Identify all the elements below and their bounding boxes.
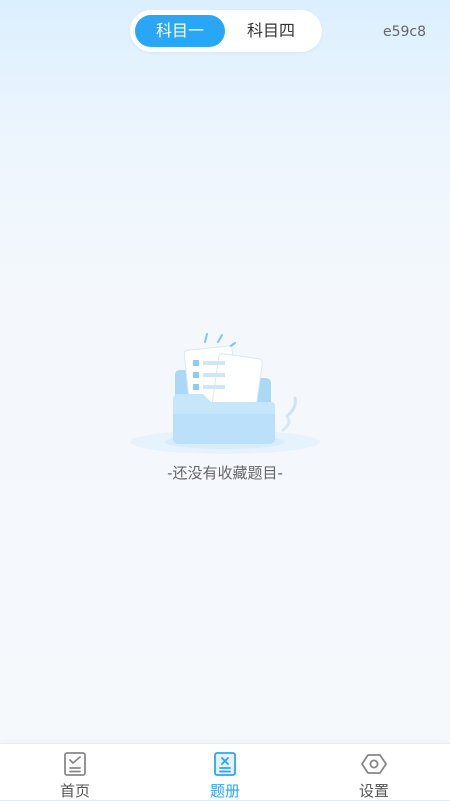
empty-folder-icon: [130, 333, 320, 454]
tab-question-book-label: 题册: [209, 782, 240, 800]
tab-subject-one[interactable]: 科目一: [135, 15, 225, 47]
tab-home-label: 首页: [59, 782, 90, 800]
screen: 科目一 科目四 e59c8 -还没有收藏题目- 首页 题册 设置: [0, 0, 450, 800]
settings-icon: [361, 754, 387, 774]
tab-subject-four[interactable]: 科目四: [226, 15, 316, 47]
top-right-code: e59c8: [382, 24, 426, 40]
empty-message: -还没有收藏题目-: [167, 464, 283, 482]
empty-state: -还没有收藏题目-: [0, 330, 450, 490]
wrong-book-icon: [214, 752, 236, 776]
bottom-tabbar: 首页 题册 设置: [0, 743, 450, 800]
tab-question-book[interactable]: 题册: [185, 748, 265, 800]
checklist-icon: [64, 752, 86, 776]
tab-settings-label: 设置: [358, 782, 389, 800]
tab-home[interactable]: 首页: [35, 748, 115, 800]
tab-settings[interactable]: 设置: [334, 748, 414, 800]
subject-switch: 科目一 科目四: [130, 10, 322, 52]
